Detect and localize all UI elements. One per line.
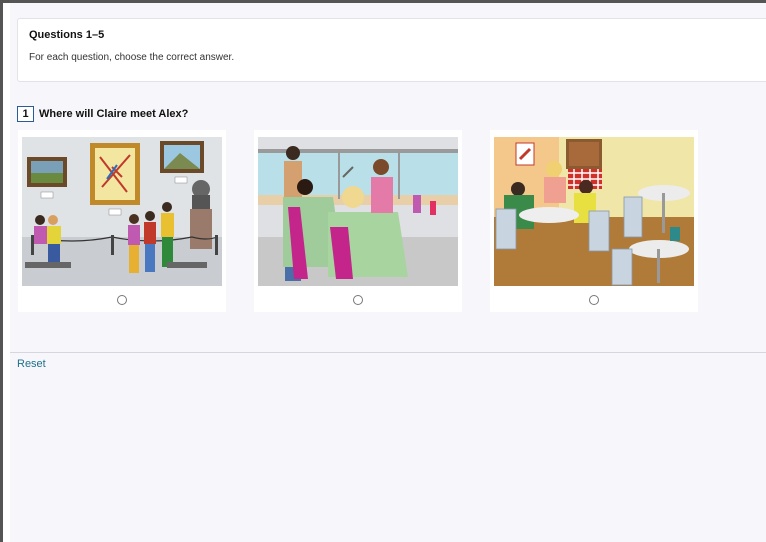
salon-illustration: [258, 137, 458, 286]
left-gutter: [3, 3, 10, 542]
cafe-illustration: [494, 137, 694, 286]
question-number: 1: [17, 106, 34, 122]
option-radio[interactable]: [117, 295, 127, 305]
answer-option-cafe[interactable]: [490, 130, 698, 312]
answer-option-salon[interactable]: [254, 130, 462, 312]
question-header: 1 Where will Claire meet Alex?: [17, 106, 188, 122]
question-text: Where will Claire meet Alex?: [39, 108, 189, 120]
gallery-picture[interactable]: [22, 137, 222, 286]
section-divider: [10, 352, 766, 353]
answer-option-gallery[interactable]: [18, 130, 226, 312]
instructions-text: For each question, choose the correct an…: [29, 52, 235, 63]
option-radio[interactable]: [589, 295, 599, 305]
option-radio[interactable]: [353, 295, 363, 305]
cafe-picture[interactable]: [494, 137, 694, 286]
salon-picture[interactable]: [258, 137, 458, 286]
instructions-panel: Questions 1–5 For each question, choose …: [17, 18, 766, 82]
instructions-title: Questions 1–5: [29, 29, 105, 41]
reset-link[interactable]: Reset: [17, 358, 46, 370]
gallery-illustration: [22, 137, 222, 286]
